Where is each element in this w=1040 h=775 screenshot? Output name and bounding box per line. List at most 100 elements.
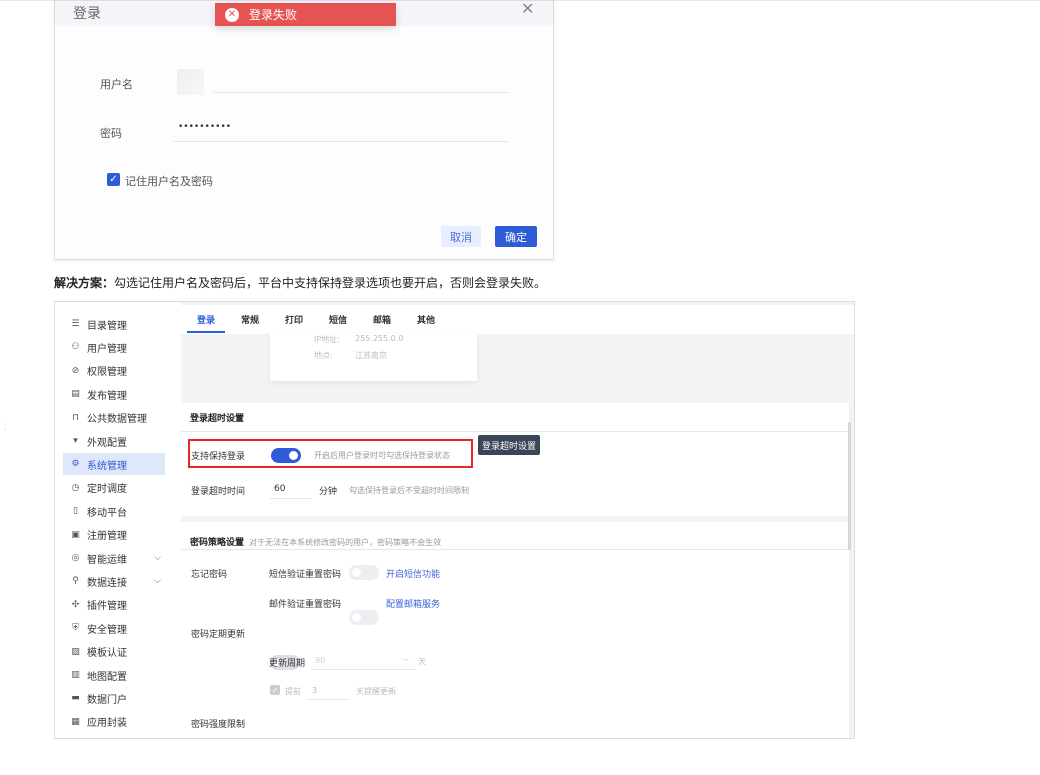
sidebar-item-label: 定时调度 (87, 484, 127, 496)
password-input[interactable]: •••••••••• (178, 122, 231, 132)
cycle-select[interactable]: 90 (315, 656, 325, 665)
ip-value: 255.255.0.0 (355, 334, 404, 343)
sidebar-item-label: 权限管理 (87, 367, 127, 379)
menu-icon: ⚙ (71, 459, 80, 470)
sidebar-item[interactable]: ☰ 目录管理 (63, 313, 165, 335)
sidebar-item-label: 模板认证 (87, 648, 127, 660)
close-icon[interactable]: ✕ (521, 0, 534, 18)
password-title: 密码策略设置 (190, 538, 245, 548)
sidebar: ☰ 目录管理 ⚇ 用户管理 ⊘ 权限管理 ▤ 发布管理 ⊓ 公共数据管理 ▾ 外观配置 ⚙ 系统管理 ◷ 定时… (55, 302, 181, 738)
sidebar-item-label: 安全管理 (87, 624, 127, 636)
sidebar-item-label: 发布管理 (87, 390, 127, 402)
timeout-title: 登录超时设置 (190, 414, 245, 424)
keep-login-label: 支持保持登录 (191, 452, 246, 462)
scrollbar[interactable] (848, 422, 851, 550)
dialog-title: 登录 (73, 6, 101, 22)
username-input[interactable] (213, 92, 509, 93)
solution-note: 解决方案：勾选记住用户名及密码后，平台中支持保持登录选项也要开启，否则会登录失败… (54, 274, 546, 291)
error-toast: ✕ 登录失败 (215, 3, 396, 26)
confirm-button[interactable]: 确定 (495, 226, 537, 247)
cycle-label: 更新周期 (269, 659, 306, 669)
drag-handle-icon[interactable]: · · · (4, 418, 7, 434)
sidebar-item[interactable]: ⚙ 系统管理 (63, 453, 165, 476)
remember-checkbox[interactable]: ✓ (107, 173, 120, 186)
sidebar-item[interactable]: ▬ 数据门户 (63, 687, 165, 709)
menu-icon: ⊘ (71, 365, 80, 376)
sidebar-item[interactable]: ◷ 定时调度 (63, 477, 165, 499)
mail-reset-label: 邮件验证重置密码 (269, 600, 342, 610)
advance-input[interactable]: 3 (312, 686, 317, 695)
timeout-unit: 分钟 (319, 487, 338, 497)
sidebar-item-label: 用户管理 (87, 343, 127, 355)
tab[interactable]: 登录 (197, 313, 215, 326)
sidebar-item[interactable]: ⚲ 数据连接 ⌵ (63, 570, 165, 592)
menu-icon: ◷ (71, 482, 80, 493)
sidebar-item-label: 数据连接 (87, 577, 127, 589)
sidebar-item[interactable]: ⊓ 公共数据管理 (63, 407, 165, 429)
advance-underline (308, 699, 348, 700)
divider (181, 431, 849, 432)
menu-icon: ⚲ (72, 576, 79, 587)
timeout-section: 登录超时设置 支持保持登录 开启后用户登录时可勾选保持登录状态 登录超时设置 登… (181, 403, 849, 516)
advance-label: 提前 (285, 687, 301, 696)
chevron-down-icon[interactable]: ⌵ (154, 576, 161, 586)
sidebar-item[interactable]: ✣ 插件管理 (63, 594, 165, 616)
enable-sms-link[interactable]: 开启短信功能 (386, 567, 440, 580)
sidebar-item[interactable]: ▦ 应用封装 (63, 711, 165, 733)
sidebar-item[interactable]: ⛨ 安全管理 (63, 617, 165, 639)
sms-reset-toggle[interactable] (349, 565, 379, 580)
cycle-unit: 天 (418, 657, 426, 666)
timeout-input[interactable]: 60 (274, 484, 285, 494)
sidebar-item-label: 目录管理 (87, 320, 127, 332)
sidebar-item[interactable]: ▾ 外观配置 (63, 430, 165, 452)
timeout-input-underline (270, 498, 312, 499)
menu-icon: ✣ (71, 599, 80, 610)
active-tab-underline (187, 331, 225, 333)
sidebar-item[interactable]: ▥ 地图配置 (63, 664, 165, 686)
strength-label: 密码强度限制 (191, 720, 246, 730)
cancel-button[interactable]: 取消 (441, 226, 481, 247)
keep-login-hint: 开启后用户登录时可勾选保持登录状态 (314, 451, 450, 460)
periodic-update-label: 密码定期更新 (191, 630, 246, 640)
login-dialog-screenshot: 登录 ✕ ✕ 登录失败 用户名 密码 •••••••••• ✓ 记住用户名及密码 … (54, 0, 554, 260)
menu-icon: ☰ (71, 319, 80, 329)
tab[interactable]: 常规 (241, 313, 259, 326)
tab[interactable]: 其他 (417, 313, 435, 326)
tab-bar: 登录 常规 打印 短信 邮箱 其他 (181, 305, 854, 334)
tab[interactable]: 打印 (285, 313, 303, 326)
sidebar-item-label: 公共数据管理 (87, 414, 147, 426)
divider (181, 549, 849, 550)
sidebar-item[interactable]: ◎ 智能运维 ⌵ (63, 547, 165, 569)
sidebar-item[interactable]: ▤ 发布管理 (63, 383, 165, 405)
sidebar-item[interactable]: ▣ 注册管理 (63, 524, 165, 546)
menu-icon: ◎ (71, 553, 80, 563)
menu-icon: ▦ (71, 716, 80, 727)
sidebar-item[interactable]: ▨ 模板认证 (63, 641, 165, 663)
settings-screenshot: ☰ 目录管理 ⚇ 用户管理 ⊘ 权限管理 ▤ 发布管理 ⊓ 公共数据管理 ▾ 外观配置 ⚙ 系统管理 ◷ 定时… (54, 301, 855, 739)
menu-icon: ▤ (71, 389, 80, 400)
keep-login-toggle[interactable] (271, 448, 301, 463)
sidebar-item[interactable]: ▯ 移动平台 (63, 500, 165, 522)
tab[interactable]: 短信 (329, 313, 347, 326)
menu-icon: ▣ (71, 529, 80, 540)
info-card: IP地址: 255.255.0.0 地点: 江苏南京 (270, 334, 477, 381)
sidebar-item-label: 系统管理 (87, 460, 127, 472)
timeout-hint: 勾选保持登录后不受超时时间限制 (349, 486, 469, 495)
note-text: 勾选记住用户名及密码后，平台中支持保持登录选项也要开启，否则会登录失败。 (114, 276, 547, 290)
cycle-underline (311, 669, 415, 670)
sidebar-item-label: 注册管理 (87, 531, 127, 543)
sidebar-item[interactable]: ⚇ 用户管理 (63, 336, 165, 358)
forgot-password-label: 忘记密码 (191, 570, 228, 580)
tab[interactable]: 邮箱 (373, 313, 391, 326)
mail-reset-toggle[interactable] (349, 610, 379, 625)
menu-icon: ▾ (73, 436, 78, 446)
advance-checkbox[interactable]: ✓ (270, 685, 280, 695)
sidebar-item-label: 地图配置 (87, 671, 127, 683)
sidebar-item[interactable]: ⊘ 权限管理 (63, 360, 165, 382)
timeout-settings-button[interactable]: 登录超时设置 (478, 435, 540, 455)
chevron-down-icon[interactable]: ⌵ (403, 654, 409, 664)
config-mail-link[interactable]: 配置邮箱服务 (386, 597, 440, 610)
toast-text: 登录失败 (249, 8, 298, 22)
chevron-down-icon[interactable]: ⌵ (154, 553, 161, 563)
sms-reset-label: 短信验证重置密码 (269, 570, 342, 580)
